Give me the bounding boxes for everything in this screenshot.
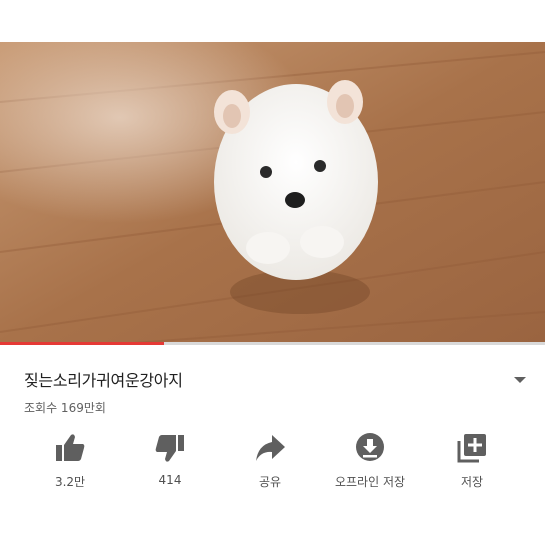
dislike-button[interactable]: 414 bbox=[115, 431, 225, 491]
add-to-playlist-icon bbox=[457, 434, 486, 463]
action-bar: 3.2만 414 공유 오프라인 저장 저장 bbox=[0, 431, 545, 491]
download-button[interactable]: 오프라인 저장 bbox=[315, 431, 425, 491]
dislike-count: 414 bbox=[158, 473, 182, 487]
save-label: 저장 bbox=[460, 475, 484, 489]
bottom-area bbox=[0, 515, 545, 545]
like-button[interactable]: 3.2만 bbox=[15, 431, 125, 491]
share-icon bbox=[256, 435, 285, 461]
video-title: 짖는소리가귀여운강아지 bbox=[24, 371, 183, 390]
download-label: 오프라인 저장 bbox=[334, 475, 406, 489]
video-info-panel: 짖는소리가귀여운강아지 조회수 169만회 3.2만 414 공유 오프라인 저… bbox=[0, 345, 545, 515]
download-icon bbox=[356, 433, 384, 461]
chevron-down-icon[interactable] bbox=[512, 375, 528, 385]
share-label: 공유 bbox=[258, 475, 282, 489]
top-bar bbox=[0, 0, 545, 42]
view-count: 조회수 169만회 bbox=[24, 401, 106, 415]
thumbs-down-icon bbox=[155, 435, 184, 462]
like-count: 3.2만 bbox=[54, 475, 86, 489]
thumbs-up-icon bbox=[56, 434, 85, 461]
video-player[interactable] bbox=[0, 42, 545, 344]
share-button[interactable]: 공유 bbox=[215, 431, 325, 491]
app-frame: 짖는소리가귀여운강아지 조회수 169만회 3.2만 414 공유 오프라인 저… bbox=[0, 0, 545, 545]
save-button[interactable]: 저장 bbox=[417, 431, 527, 491]
video-frame bbox=[0, 42, 545, 344]
puppy-image bbox=[214, 80, 378, 280]
